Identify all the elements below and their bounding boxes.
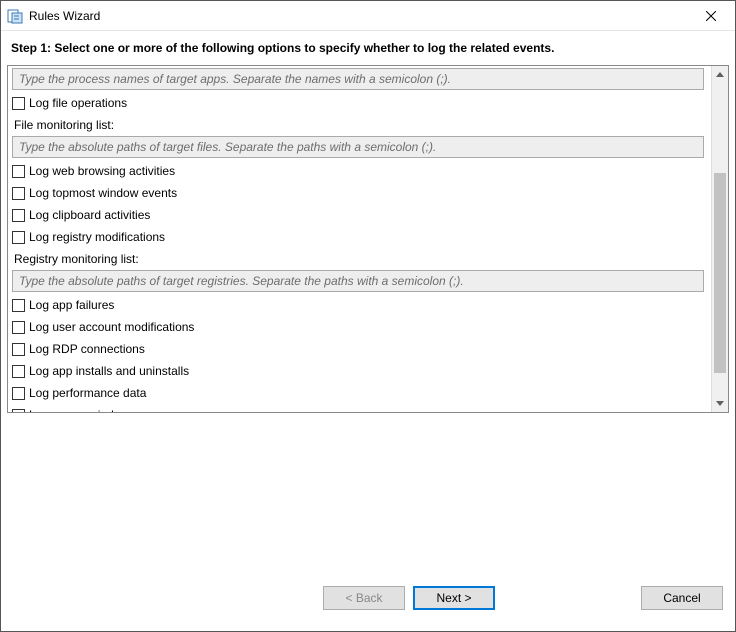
- check-log-clipboard[interactable]: Log clipboard activities: [8, 204, 709, 226]
- checkbox-icon: [12, 299, 25, 312]
- check-label: Log RDP connections: [29, 342, 145, 356]
- checkbox-icon: [12, 97, 25, 110]
- check-log-app-installs[interactable]: Log app installs and uninstalls: [8, 360, 709, 382]
- check-log-popup[interactable]: Log popup windows: [8, 404, 709, 412]
- scrollbar-thumb[interactable]: [714, 173, 726, 373]
- next-button[interactable]: Next >: [413, 586, 495, 610]
- check-label: Log web browsing activities: [29, 164, 175, 178]
- checkbox-icon: [12, 165, 25, 178]
- check-label: Log topmost window events: [29, 186, 177, 200]
- checkbox-icon: [12, 209, 25, 222]
- checkbox-icon: [12, 321, 25, 334]
- scrollbar[interactable]: [711, 66, 728, 412]
- check-label: Log popup windows: [29, 408, 135, 412]
- back-button: < Back: [323, 586, 405, 610]
- scroll-up-arrow-icon[interactable]: [712, 66, 728, 83]
- checkbox-icon: [12, 343, 25, 356]
- checkbox-icon: [12, 187, 25, 200]
- check-log-app-failures[interactable]: Log app failures: [8, 294, 709, 316]
- checkbox-icon: [12, 409, 25, 413]
- scroll-down-arrow-icon[interactable]: [712, 395, 728, 412]
- wizard-footer: < Back Next > Cancel: [1, 577, 735, 631]
- file-monitoring-label: File monitoring list:: [12, 118, 114, 132]
- registry-monitoring-label: Registry monitoring list:: [12, 252, 139, 266]
- options-list: Type the process names of target apps. S…: [8, 66, 711, 412]
- title-bar: Rules Wizard: [1, 1, 735, 31]
- check-log-topmost-window[interactable]: Log topmost window events: [8, 182, 709, 204]
- check-label: Log app failures: [29, 298, 114, 312]
- registry-paths-input[interactable]: Type the absolute paths of target regist…: [12, 270, 704, 292]
- checkbox-icon: [12, 387, 25, 400]
- check-label: Log file operations: [29, 96, 127, 110]
- check-log-performance[interactable]: Log performance data: [8, 382, 709, 404]
- check-log-web-browsing[interactable]: Log web browsing activities: [8, 160, 709, 182]
- options-panel: Type the process names of target apps. S…: [7, 65, 729, 413]
- close-button[interactable]: [689, 2, 733, 30]
- window-title: Rules Wizard: [29, 9, 689, 23]
- scrollbar-track[interactable]: [712, 83, 728, 395]
- check-label: Log user account modifications: [29, 320, 194, 334]
- check-log-user-account-mod[interactable]: Log user account modifications: [8, 316, 709, 338]
- file-paths-input[interactable]: Type the absolute paths of target files.…: [12, 136, 704, 158]
- app-icon: [7, 8, 23, 24]
- check-label: Log performance data: [29, 386, 146, 400]
- check-label: Log app installs and uninstalls: [29, 364, 189, 378]
- check-label: Log clipboard activities: [29, 208, 150, 222]
- file-monitoring-label-row: File monitoring list:: [8, 114, 709, 136]
- check-log-rdp[interactable]: Log RDP connections: [8, 338, 709, 360]
- cancel-button[interactable]: Cancel: [641, 586, 723, 610]
- check-log-file-operations[interactable]: Log file operations: [8, 92, 709, 114]
- step-instruction: Step 1: Select one or more of the follow…: [1, 31, 735, 65]
- checkbox-icon: [12, 231, 25, 244]
- registry-monitoring-label-row: Registry monitoring list:: [8, 248, 709, 270]
- checkbox-icon: [12, 365, 25, 378]
- process-names-input[interactable]: Type the process names of target apps. S…: [12, 68, 704, 90]
- check-log-registry-mod[interactable]: Log registry modifications: [8, 226, 709, 248]
- check-label: Log registry modifications: [29, 230, 165, 244]
